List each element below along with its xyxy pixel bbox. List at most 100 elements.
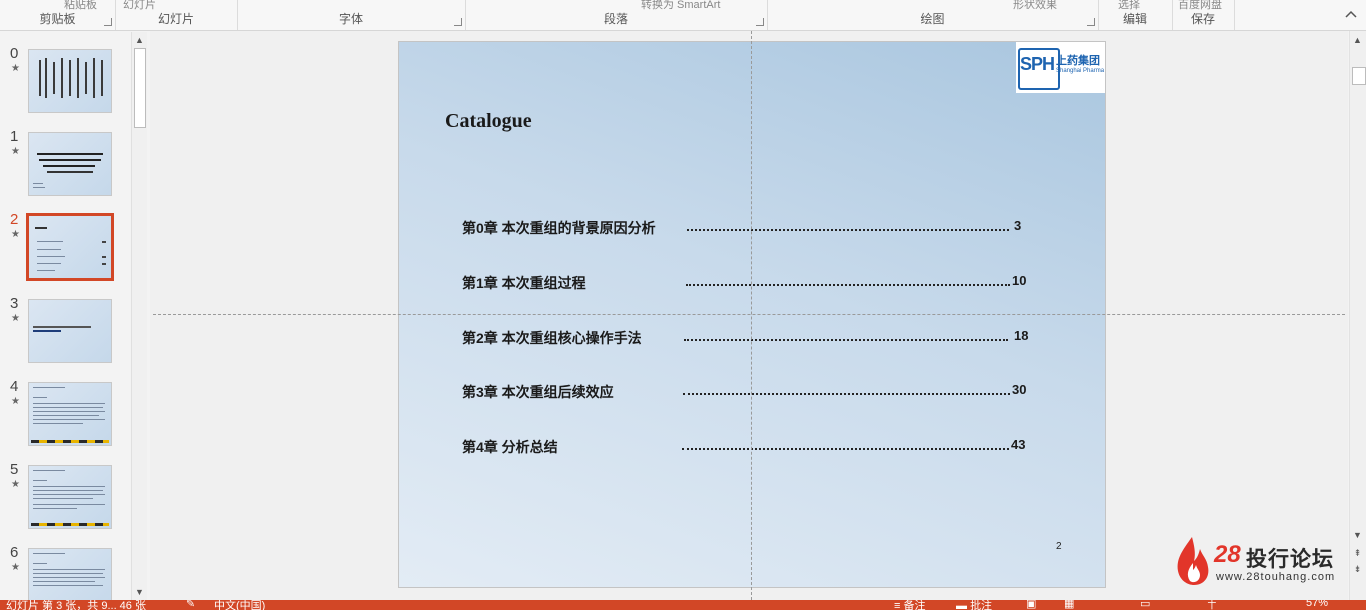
slide-editor: SPH 上药集团 Shanghai Pharma Catalogue 第0章 本… xyxy=(150,31,1348,600)
font-launcher-icon[interactable] xyxy=(454,18,462,26)
thumbnail-scrollbar[interactable]: ▲ ▼ xyxy=(131,32,147,600)
logo-chinese-name: 上药集团 xyxy=(1056,55,1100,67)
scrollbar-thumb[interactable] xyxy=(1352,67,1366,85)
editing-group: 选择 编辑 xyxy=(1098,0,1173,30)
zoom-level[interactable]: 57% xyxy=(1306,600,1328,609)
ribbon: 粘贴板 剪贴板 幻灯片 幻灯片 字体 转换为 SmartArt 段落 形状效果 … xyxy=(0,0,1366,31)
group-label-save: 保存 xyxy=(1190,12,1215,26)
save-group: 百度网盘 保存 xyxy=(1172,0,1235,30)
drawing-group: 形状效果 绘图 xyxy=(767,0,1099,30)
spellcheck-icon[interactable]: ✎ xyxy=(186,600,195,610)
paragraph-launcher-icon[interactable] xyxy=(756,18,764,26)
slide-preview xyxy=(28,548,112,600)
animation-star-icon: ★ xyxy=(11,562,20,573)
watermark-text: 投行论坛 xyxy=(1246,548,1334,571)
slide-thumbnail-2[interactable]: 2 ★ xyxy=(0,211,130,281)
slide-thumbnail-3[interactable]: 3 ★ xyxy=(0,295,130,365)
animation-star-icon: ★ xyxy=(11,479,20,490)
slide-number: 6 xyxy=(10,544,19,561)
flame-icon xyxy=(1177,537,1209,585)
toc-label: 第0章 本次重组的背景原因分析 xyxy=(462,220,656,236)
drawing-launcher-icon[interactable] xyxy=(1087,18,1095,26)
language-indicator[interactable]: 中文(中国) xyxy=(214,600,265,610)
scroll-up-icon[interactable]: ▲ xyxy=(132,33,147,47)
slide-preview xyxy=(28,299,112,363)
notes-button[interactable]: ≡ 备注 xyxy=(894,600,925,610)
normal-view-icon[interactable]: ▣ xyxy=(1026,600,1036,610)
slide-number: 3 xyxy=(10,295,19,312)
collapse-ribbon-icon[interactable] xyxy=(1344,9,1358,19)
toc-leader-dots xyxy=(684,339,1008,341)
toc-page-number: 10 xyxy=(1012,273,1027,288)
clipboard-group: 粘贴板 剪贴板 xyxy=(0,0,116,30)
animation-star-icon: ★ xyxy=(11,229,20,240)
logo-mark: SPH xyxy=(1020,54,1055,74)
comments-label: 批注 xyxy=(970,600,993,610)
scroll-up-icon[interactable]: ▲ xyxy=(1350,33,1365,47)
slide-number: 5 xyxy=(10,461,19,478)
notes-label: 备注 xyxy=(903,600,926,610)
toc-leader-dots xyxy=(683,393,1010,395)
animation-star-icon: ★ xyxy=(11,63,20,74)
slide-page-number: 2 xyxy=(1056,541,1062,552)
slide-counter: 幻灯片 第 3 张，共 9... 46 张 xyxy=(6,600,146,610)
slide-sorter-icon[interactable]: ▦ xyxy=(1064,600,1074,610)
status-bar: 幻灯片 第 3 张，共 9... 46 张 ✎ 中文(中国) ≡ 备注 ▬ 批注… xyxy=(0,600,1366,610)
slide-thumbnail-6[interactable]: 6 ★ xyxy=(0,544,130,600)
next-slide-icon[interactable]: ⇟ xyxy=(1350,562,1365,576)
scroll-down-icon[interactable]: ▼ xyxy=(132,585,147,599)
company-logo: SPH 上药集团 Shanghai Pharma xyxy=(1016,42,1105,93)
forum-watermark: 28 投行论坛 www.28touhang.com xyxy=(1170,533,1350,589)
slide-thumbnail-1[interactable]: 1 ★ xyxy=(0,128,130,198)
toc-entry-0[interactable]: 第0章 本次重组的背景原因分析 3 xyxy=(462,218,1042,240)
toc-label: 第2章 本次重组核心操作手法 xyxy=(462,330,642,346)
slide-number: 2 xyxy=(10,211,19,228)
group-label-clipboard: 剪贴板 xyxy=(39,12,76,26)
toc-label: 第4章 分析总结 xyxy=(462,439,558,455)
toc-entry-2[interactable]: 第2章 本次重组核心操作手法 18 xyxy=(462,328,1042,350)
slide-preview xyxy=(28,465,112,529)
logo-english-name: Shanghai Pharma xyxy=(1056,68,1105,74)
slide-title[interactable]: Catalogue xyxy=(445,110,532,133)
toc-leader-dots xyxy=(687,229,1009,231)
scroll-down-icon[interactable]: ▼ xyxy=(1350,528,1365,542)
slide-preview xyxy=(28,132,112,196)
clipboard-launcher-icon[interactable] xyxy=(104,18,112,26)
slide-preview xyxy=(26,213,114,281)
slide-thumbnail-0[interactable]: 0 ★ xyxy=(0,45,130,115)
toc-page-number: 18 xyxy=(1014,328,1029,343)
group-label-drawing: 绘图 xyxy=(920,12,945,26)
horizontal-guide[interactable] xyxy=(153,314,1345,315)
slide-preview xyxy=(28,49,112,113)
toc-entry-3[interactable]: 第3章 本次重组后续效应 30 xyxy=(462,382,1042,404)
zoom-slider[interactable]: ┼ xyxy=(1208,600,1216,609)
toc-leader-dots xyxy=(686,284,1010,286)
slide-number: 4 xyxy=(10,378,19,395)
slide-thumbnail-5[interactable]: 5 ★ xyxy=(0,461,130,531)
slide-thumbnail-4[interactable]: 4 ★ xyxy=(0,378,130,448)
slide-number: 0 xyxy=(10,45,19,62)
toc-entry-4[interactable]: 第4章 分析总结 43 xyxy=(462,437,1042,459)
group-label-slides: 幻灯片 xyxy=(157,12,194,26)
comments-button[interactable]: ▬ 批注 xyxy=(956,600,992,610)
scrollbar-thumb[interactable] xyxy=(134,48,146,128)
reading-view-icon[interactable]: ▭ xyxy=(1140,600,1150,610)
slides-group: 幻灯片 幻灯片 xyxy=(115,0,238,30)
animation-star-icon: ★ xyxy=(11,146,20,157)
paragraph-group: 转换为 SmartArt 段落 xyxy=(465,0,768,30)
slide-thumbnail-pane: 0 ★ 1 ★ 2 ★ 3 ★ 4 ★ 5 ★ 6 ★ ▲ ▼ xyxy=(0,31,148,600)
toc-page-number: 43 xyxy=(1011,437,1026,452)
toc-entry-1[interactable]: 第1章 本次重组过程 10 xyxy=(462,273,1042,295)
slide-number: 1 xyxy=(10,128,19,145)
watermark-url: www.28touhang.com xyxy=(1216,571,1336,583)
toc-label: 第3章 本次重组后续效应 xyxy=(462,384,614,400)
watermark-number: 28 xyxy=(1214,541,1241,568)
vertical-guide[interactable] xyxy=(751,31,752,600)
toc-page-number: 30 xyxy=(1012,382,1027,397)
toc-label: 第1章 本次重组过程 xyxy=(462,275,586,291)
toc-page-number: 3 xyxy=(1014,218,1022,233)
previous-slide-icon[interactable]: ⇞ xyxy=(1350,546,1365,560)
group-label-font: 字体 xyxy=(338,12,363,26)
font-group: 字体 xyxy=(237,0,466,30)
editor-scrollbar[interactable]: ▲ ▼ ⇞ ⇟ xyxy=(1349,31,1366,600)
